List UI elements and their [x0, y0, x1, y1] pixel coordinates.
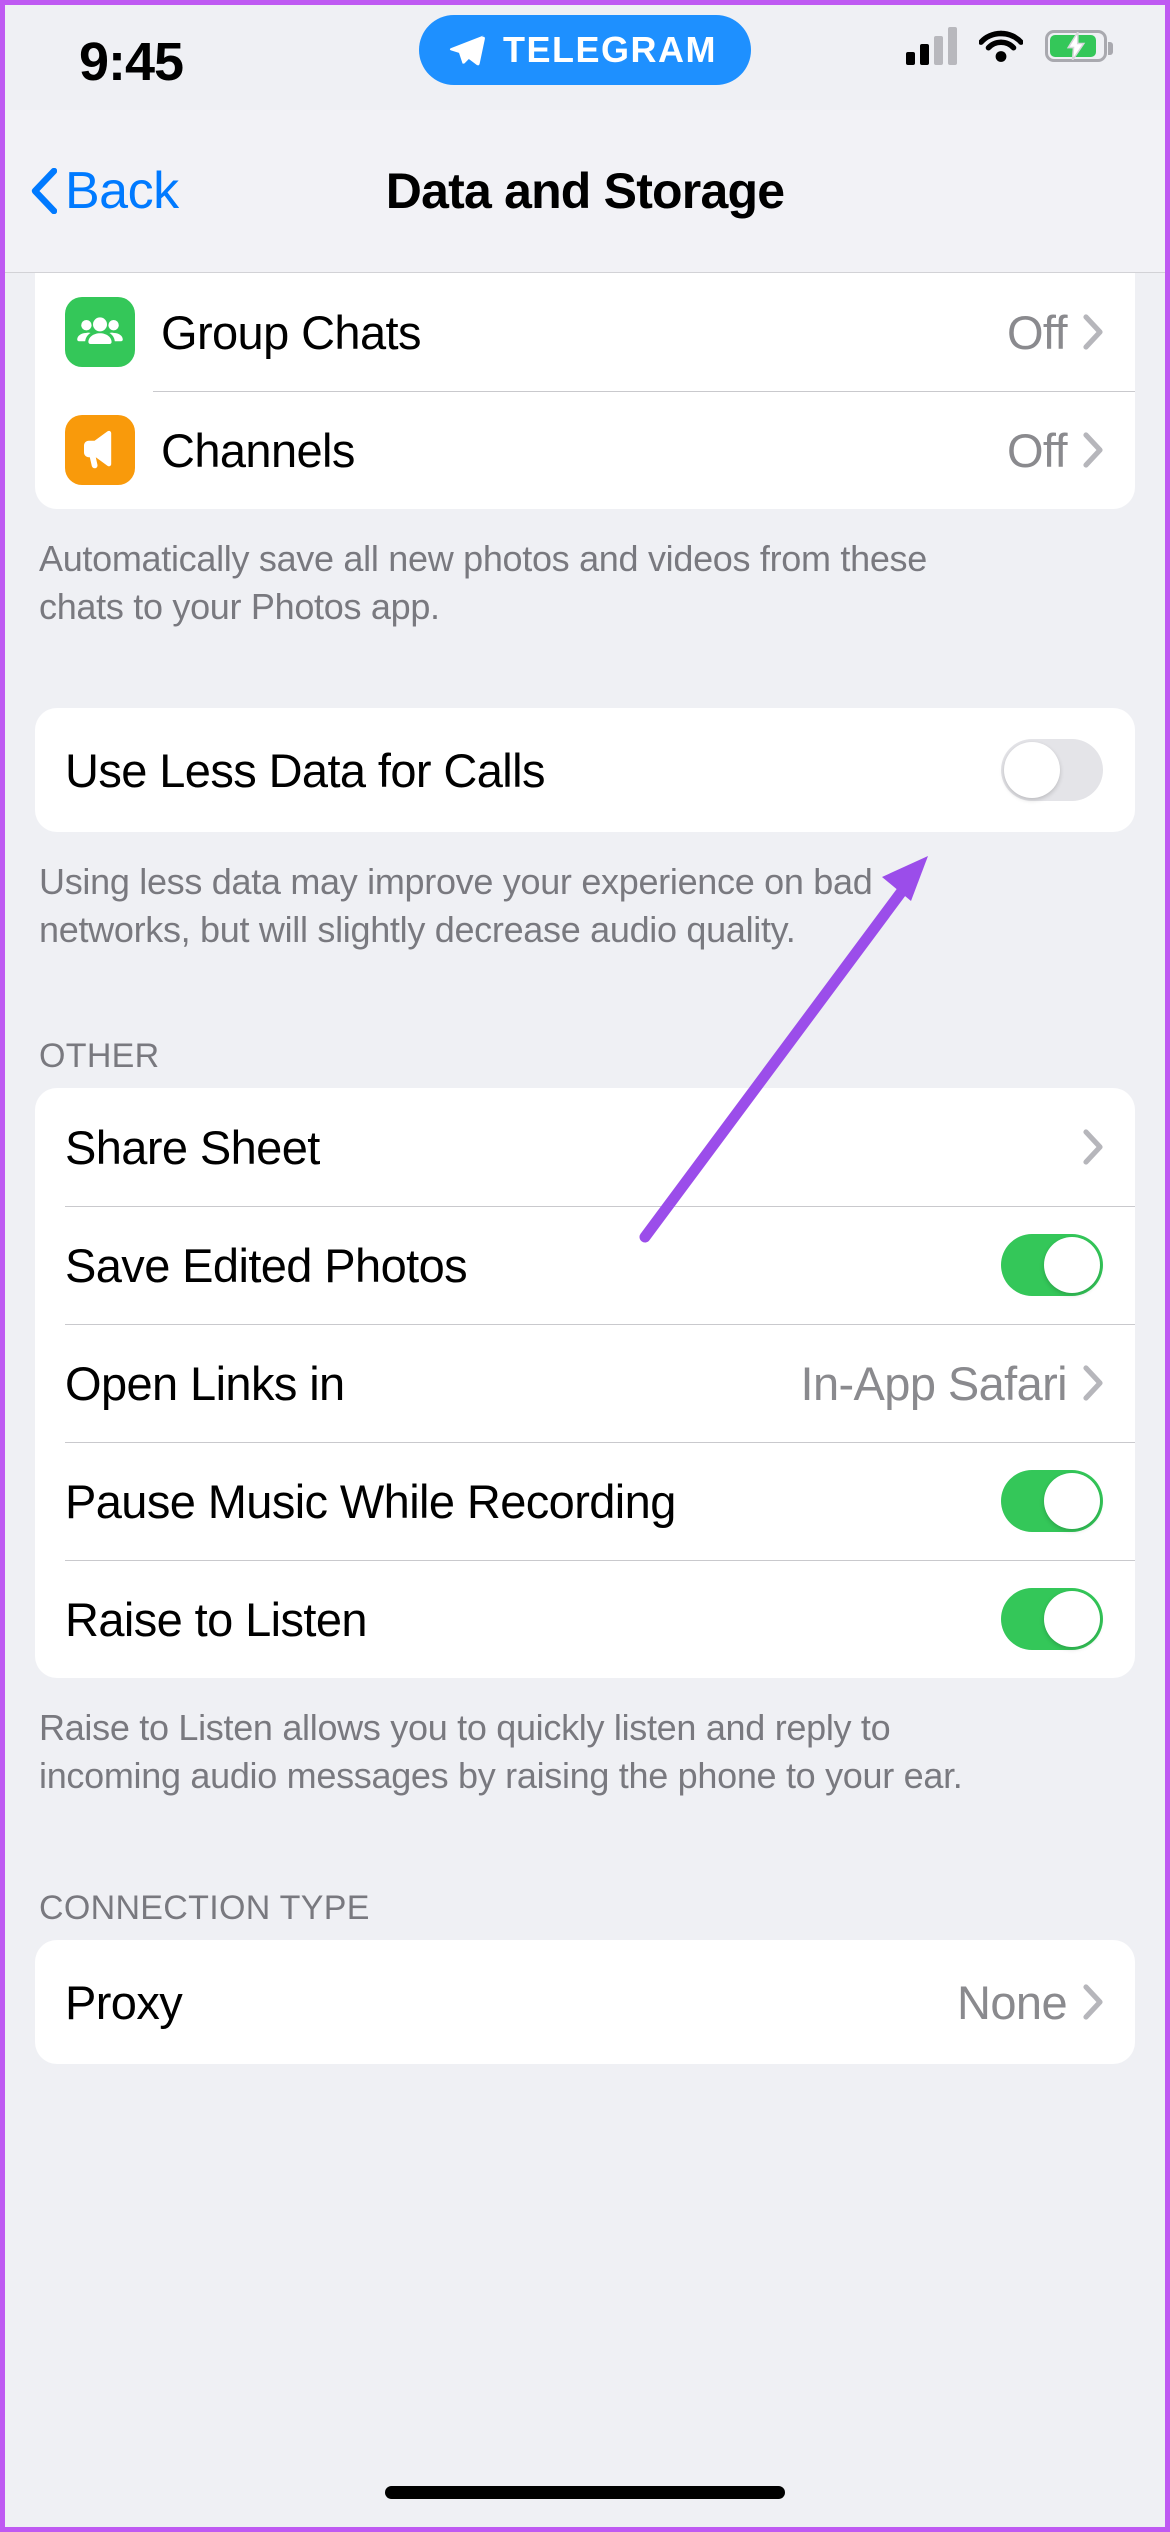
settings-row-channels[interactable]: Channels Off: [35, 391, 1135, 509]
settings-row-use-less-data-for-calls[interactable]: Use Less Data for Calls: [35, 708, 1135, 832]
status-bar-indicators: [906, 27, 1113, 65]
settings-row-pause-music-while-recording[interactable]: Pause Music While Recording: [35, 1442, 1135, 1560]
back-button-label: Back: [65, 162, 179, 220]
page-title: Data and Storage: [385, 163, 785, 219]
settings-row-share-sheet[interactable]: Share Sheet: [35, 1088, 1135, 1206]
navigation-bar: Back Data and Storage: [5, 110, 1165, 273]
settings-row-label: Share Sheet: [65, 1120, 320, 1174]
chevron-right-icon: [1083, 432, 1103, 468]
settings-row-raise-to-listen[interactable]: Raise to Listen: [35, 1560, 1135, 1678]
group-people-icon: [65, 297, 135, 367]
settings-row-label: Use Less Data for Calls: [65, 743, 545, 797]
home-indicator: [385, 2486, 785, 2499]
status-bar-time: 9:45: [79, 32, 184, 92]
back-button[interactable]: Back: [31, 161, 179, 221]
chevron-left-icon: [31, 168, 57, 214]
other-settings-group: Share Sheet Save Edited Photos Open Link…: [35, 1088, 1135, 1679]
telegram-plane-icon: [449, 35, 485, 66]
dynamic-island-label: TELEGRAM: [503, 29, 717, 70]
settings-row-label: Open Links in: [65, 1356, 345, 1410]
settings-row-label: Proxy: [65, 1975, 183, 2029]
chevron-right-icon: [1083, 1365, 1103, 1401]
dynamic-island-telegram-pill[interactable]: TELEGRAM: [419, 15, 751, 85]
calls-data-group: Use Less Data for Calls: [35, 708, 1135, 833]
cellular-signal-icon: [906, 27, 957, 65]
phone-screen: 9:45 TELEGRAM Back Data and Storage Grou…: [0, 0, 1170, 2532]
settings-row-open-links-in[interactable]: Open Links in In-App Safari: [35, 1324, 1135, 1442]
battery-charging-icon: [1045, 30, 1113, 62]
chevron-right-icon: [1083, 1984, 1103, 2020]
wifi-icon: [979, 30, 1023, 62]
chevron-right-icon: [1083, 1129, 1103, 1165]
settings-row-proxy[interactable]: Proxy None: [35, 1940, 1135, 2064]
section-header-connection-type: CONNECTION TYPE: [39, 1889, 370, 1928]
settings-row-label: Pause Music While Recording: [65, 1474, 676, 1528]
save-edited-photos-toggle[interactable]: [1001, 1234, 1103, 1297]
autosave-footnote: Automatically save all new photos and vi…: [39, 538, 927, 627]
other-section-footnote: Raise to Listen allows you to quickly li…: [39, 1707, 963, 1796]
chevron-right-icon: [1083, 314, 1103, 350]
settings-row-value: None: [957, 1975, 1068, 2029]
settings-row-label: Channels: [161, 423, 355, 477]
settings-row-value: Off: [1006, 305, 1068, 359]
settings-row-label: Raise to Listen: [65, 1592, 368, 1646]
settings-row-save-edited-photos[interactable]: Save Edited Photos: [35, 1206, 1135, 1324]
use-less-data-for-calls-toggle[interactable]: [1001, 739, 1103, 802]
raise-to-listen-toggle[interactable]: [1001, 1588, 1103, 1651]
settings-row-label: Group Chats: [161, 305, 421, 359]
autosave-media-group: Group Chats Off Channels Off: [35, 273, 1135, 509]
status-bar: 9:45 TELEGRAM: [5, 5, 1165, 110]
settings-row-value: Off: [1006, 423, 1068, 477]
settings-row-value: In-App Safari: [800, 1356, 1067, 1410]
settings-row-group-chats[interactable]: Group Chats Off: [35, 273, 1135, 391]
section-header-other: OTHER: [39, 1037, 160, 1076]
connection-type-group: Proxy None: [35, 1940, 1135, 2065]
settings-row-label: Save Edited Photos: [65, 1238, 468, 1292]
pause-music-while-recording-toggle[interactable]: [1001, 1470, 1103, 1533]
settings-scroll-content[interactable]: Group Chats Off Channels Off Automatical…: [5, 273, 1165, 2527]
megaphone-icon: [65, 415, 135, 485]
calls-data-footnote: Using less data may improve your experie…: [39, 861, 873, 950]
